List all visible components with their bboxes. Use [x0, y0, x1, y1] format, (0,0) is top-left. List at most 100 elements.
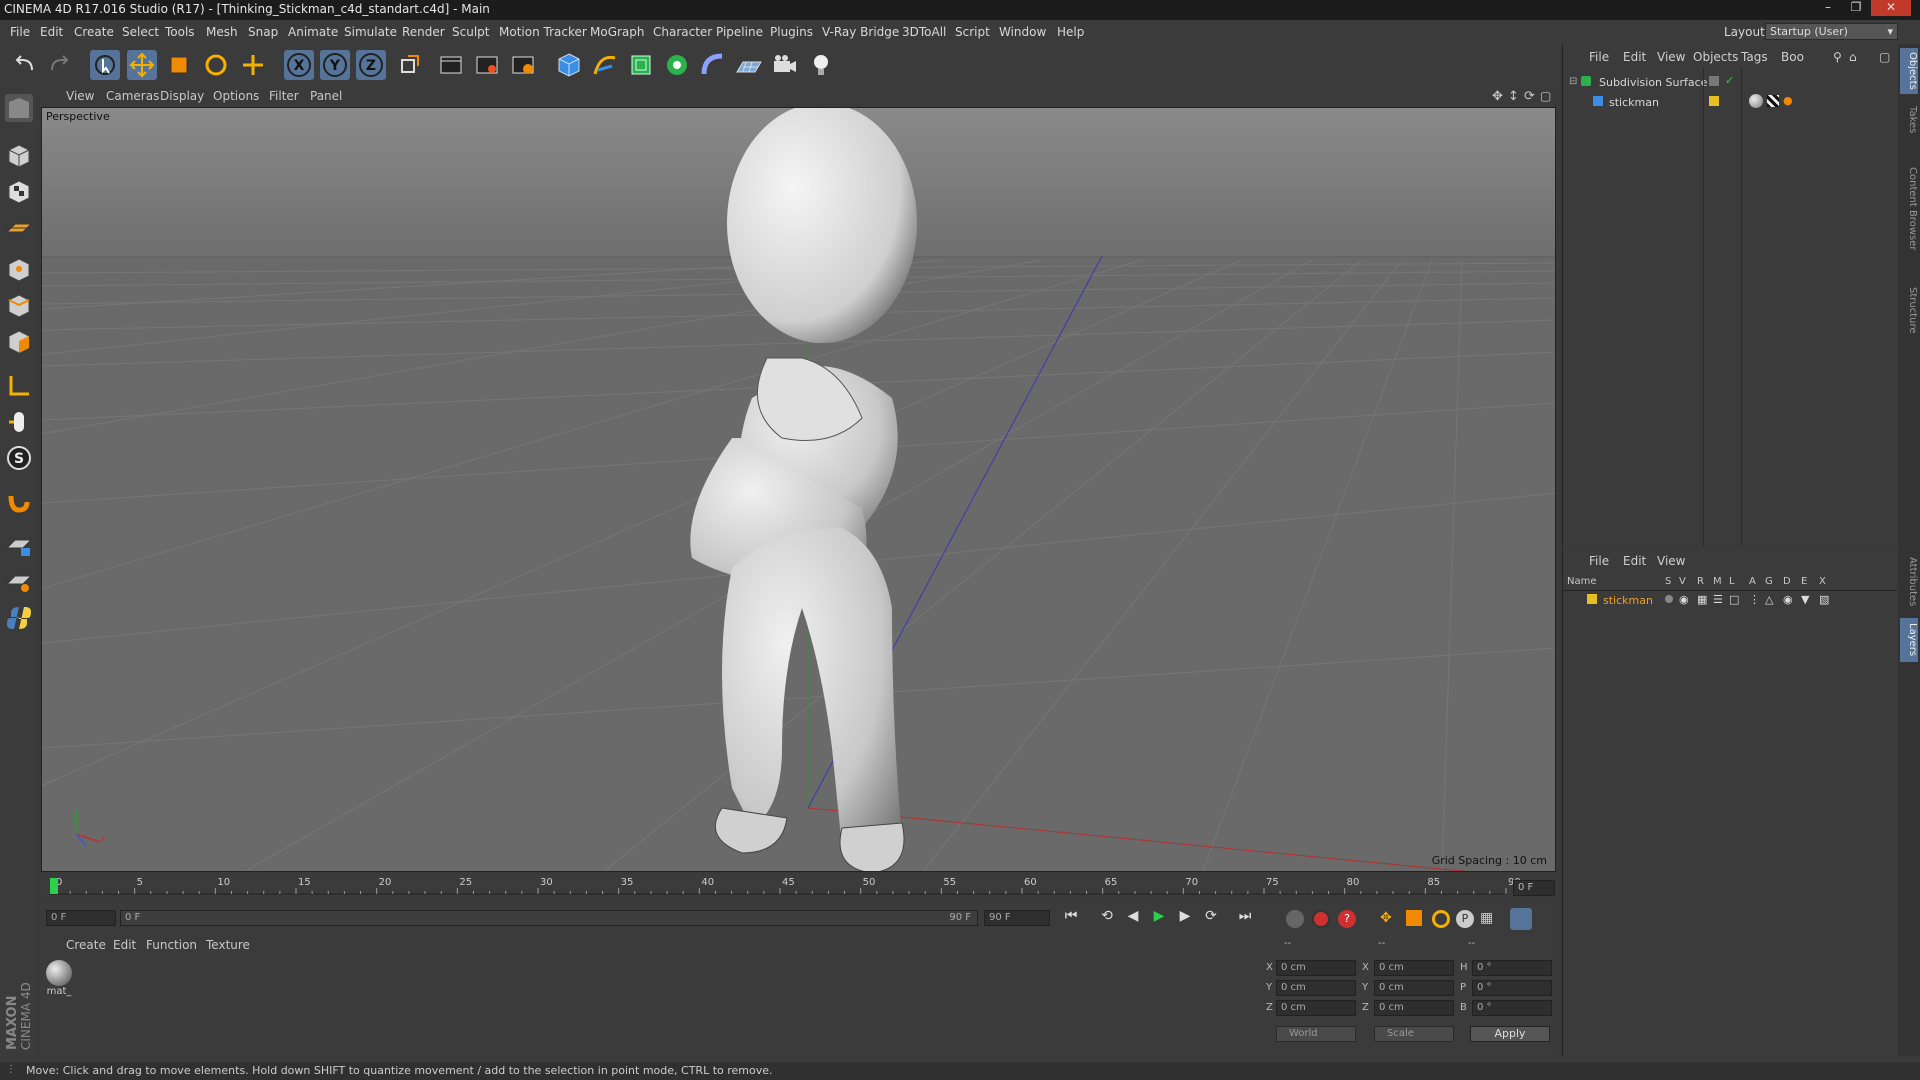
render-picture-viewer-button[interactable] [472, 50, 502, 80]
texture-mode-button[interactable] [5, 178, 33, 206]
deformers-toggle-icon[interactable]: ◉ [1783, 593, 1793, 606]
search-icon[interactable]: ⚲ [1833, 50, 1842, 64]
record-key-icon[interactable] [1312, 910, 1330, 928]
coord-size-z-field[interactable]: 0 cm [1374, 1000, 1454, 1016]
vp-menu-display[interactable]: Display [160, 89, 204, 103]
menu-snap[interactable]: Snap [248, 25, 278, 39]
lock-workplane-button[interactable] [5, 532, 33, 560]
pen-spline-button[interactable] [590, 50, 620, 80]
tab-structure[interactable]: Structure [1900, 280, 1918, 340]
vp-menu-options[interactable]: Options [213, 89, 259, 103]
move-view-icon[interactable]: ✥ [1492, 89, 1503, 104]
menu-create[interactable]: Create [74, 25, 114, 39]
frame-range-slider[interactable]: 0 F 90 F [120, 910, 978, 926]
undo-button[interactable] [10, 50, 40, 80]
menu-pipeline[interactable]: Pipeline [716, 25, 763, 39]
layer-menu-file[interactable]: File [1589, 554, 1609, 568]
texture-tag-icon[interactable] [1767, 95, 1779, 107]
end-frame-field[interactable]: 90 F [984, 910, 1050, 926]
menu-simulate[interactable]: Simulate [344, 25, 397, 39]
coord-rot-h-field[interactable]: 0 ° [1472, 960, 1552, 976]
menu-vray-bridge[interactable]: V-Ray Bridge [822, 25, 899, 39]
snap-button[interactable]: S [5, 444, 33, 472]
workplane-button[interactable] [5, 214, 33, 242]
layer-swatch[interactable] [1709, 76, 1719, 86]
phong-tag-icon[interactable]: ● [1783, 94, 1793, 107]
floor-button[interactable] [734, 50, 764, 80]
mat-menu-texture[interactable]: Texture [206, 938, 250, 952]
magnet-tool-button[interactable] [5, 488, 33, 516]
deformer-button[interactable] [698, 50, 728, 80]
coord-pos-z-field[interactable]: 0 cm [1276, 1000, 1356, 1016]
layer-col-d[interactable]: D [1783, 576, 1791, 587]
model-mode-button[interactable] [5, 142, 33, 170]
rotate-tool[interactable] [201, 50, 231, 80]
go-to-end-icon[interactable]: ⏭ [1234, 908, 1256, 930]
polygons-mode-button[interactable] [5, 328, 33, 356]
y-axis-lock-button[interactable]: Y [320, 50, 350, 80]
layer-col-r[interactable]: R [1697, 576, 1704, 587]
subdivision-surface-button[interactable] [626, 50, 656, 80]
planar-workplane-button[interactable] [5, 568, 33, 596]
minimize-button[interactable]: – [1815, 0, 1841, 16]
collapse-icon[interactable]: ⊟ [1569, 76, 1577, 87]
tweak-mode-button[interactable] [5, 408, 33, 436]
cube-object-button[interactable] [554, 50, 584, 80]
menu-mesh[interactable]: Mesh [206, 25, 238, 39]
start-frame-field[interactable]: 0 F [46, 910, 116, 926]
visible-eye-icon[interactable]: ◉ [1679, 593, 1689, 606]
transform-tool[interactable] [238, 50, 268, 80]
coord-rot-p-field[interactable]: 0 ° [1472, 980, 1552, 996]
zoom-view-icon[interactable]: ↕ [1508, 89, 1519, 104]
layer-col-g[interactable]: G [1765, 576, 1773, 587]
key-parameter-icon[interactable]: P [1456, 910, 1474, 928]
next-key-icon[interactable]: ⟳ [1200, 908, 1222, 930]
menu-tools[interactable]: Tools [165, 25, 195, 39]
restore-button[interactable]: ❐ [1843, 0, 1869, 16]
obj-menu-bookmarks[interactable]: Boo [1781, 50, 1804, 64]
vp-menu-filter[interactable]: Filter [269, 89, 299, 103]
redo-button[interactable] [44, 50, 74, 80]
perspective-viewport[interactable]: y x Perspective Grid Spacing : 10 cm [41, 107, 1556, 872]
cloner-button[interactable] [662, 50, 692, 80]
play-icon[interactable]: ▶ [1148, 908, 1170, 930]
move-tool[interactable] [127, 50, 157, 80]
layer-col-s[interactable]: S [1665, 576, 1671, 587]
coord-pos-y-field[interactable]: 0 cm [1276, 980, 1356, 996]
menu-character[interactable]: Character [653, 25, 712, 39]
mat-menu-edit[interactable]: Edit [113, 938, 136, 952]
layer-col-m[interactable]: M [1713, 576, 1722, 587]
expressions-toggle-icon[interactable]: ▼ [1801, 593, 1809, 606]
key-position-icon[interactable]: ✥ [1380, 910, 1398, 928]
layer-col-a[interactable]: A [1749, 576, 1756, 587]
new-view-icon[interactable]: ▢ [1879, 50, 1890, 64]
current-frame-field[interactable]: 0 F [1513, 880, 1555, 896]
layer-col-x[interactable]: X [1819, 576, 1826, 587]
previous-frame-icon[interactable]: ◀ [1122, 908, 1144, 930]
next-frame-icon[interactable]: ▶ [1174, 908, 1196, 930]
tab-layers[interactable]: Layers [1900, 618, 1918, 662]
object-row-subdivision-surface[interactable]: ⊟ Subdivision Surface ✓ [1563, 74, 1897, 92]
render-settings-button[interactable] [508, 50, 538, 80]
material-tag-icon[interactable] [1749, 94, 1763, 108]
vp-menu-cameras[interactable]: Cameras [106, 89, 159, 103]
playhead-marker[interactable] [50, 878, 58, 894]
layer-col-v[interactable]: V [1679, 576, 1686, 587]
lock-toggle-icon[interactable]: □ [1729, 593, 1739, 606]
menu-plugins[interactable]: Plugins [770, 25, 813, 39]
enabled-check-icon[interactable]: ✓ [1725, 74, 1734, 87]
vp-menu-view[interactable]: View [66, 89, 94, 103]
layer-color-swatch[interactable] [1587, 594, 1597, 604]
close-button[interactable]: ✕ [1871, 0, 1911, 16]
home-icon[interactable]: ⌂ [1849, 50, 1857, 64]
solo-toggle-icon[interactable] [1665, 595, 1673, 603]
coord-size-x-field[interactable]: 0 cm [1374, 960, 1454, 976]
go-to-start-icon[interactable]: ⏮ [1060, 908, 1082, 930]
manager-toggle-icon[interactable]: ☰ [1713, 593, 1723, 606]
obj-menu-view[interactable]: View [1657, 50, 1685, 64]
points-mode-button[interactable] [5, 256, 33, 284]
xref-toggle-icon[interactable]: ▧ [1819, 593, 1829, 606]
obj-menu-objects[interactable]: Objects [1693, 50, 1738, 64]
coord-pos-x-field[interactable]: 0 cm [1276, 960, 1356, 976]
apply-button[interactable]: Apply [1470, 1026, 1550, 1042]
